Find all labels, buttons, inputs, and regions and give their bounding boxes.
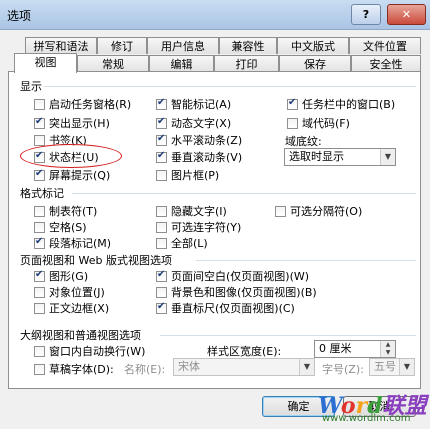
font-size-value: 五号: [374, 360, 396, 373]
divider: [160, 335, 416, 336]
divider: [196, 260, 416, 261]
close-button[interactable]: ✕: [387, 4, 426, 25]
label-screen-tips: 屏幕提示(Q): [49, 169, 111, 182]
label-white-space-between-pages: 页面间空白(仅页面视图)(W): [171, 270, 310, 283]
label-font-name: 名称(E):: [124, 363, 166, 376]
label-optional-hyphens: 可选连字符(Y): [171, 221, 242, 234]
checkbox-vertical-ruler[interactable]: [156, 301, 167, 314]
tab-security[interactable]: 安全性: [351, 55, 421, 72]
checkbox-screen-tips[interactable]: [34, 168, 45, 181]
tab-print[interactable]: 打印: [214, 55, 279, 72]
options-dialog: 选项 ? ✕ 拼写和语法 修订 用户信息 兼容性 中文版式 文件位置 视图 常规…: [0, 0, 430, 429]
checkbox-text-boundaries[interactable]: [34, 303, 45, 314]
label-picture-placeholders: 图片框(P): [171, 169, 220, 182]
spinner-arrows-icon[interactable]: ▲ ▼: [380, 341, 395, 357]
label-windows-in-taskbar: 任务栏中的窗口(B): [302, 98, 396, 111]
display-section-title: 显示: [20, 80, 42, 93]
label-vertical-ruler: 垂直标尺(仅页面视图)(C): [171, 302, 295, 315]
checkbox-object-anchors[interactable]: [34, 287, 45, 298]
style-area-width-spinner[interactable]: 0 厘米 ▲ ▼: [314, 340, 396, 358]
tab-spelling[interactable]: 拼写和语法: [25, 37, 97, 54]
checkbox-optional-hyphens[interactable]: [156, 222, 167, 233]
label-wrap-in-window: 窗口内自动换行(W): [49, 345, 146, 358]
font-name-select[interactable]: 宋体 ▼: [173, 358, 315, 376]
chevron-down-icon: ▼: [299, 359, 314, 375]
checkbox-optional-breaks[interactable]: [275, 206, 286, 217]
label-hidden-text: 隐藏文字(I): [171, 205, 227, 218]
window-title: 选项: [7, 9, 32, 23]
checkbox-tab-characters[interactable]: [34, 206, 45, 217]
checkbox-spaces[interactable]: [34, 222, 45, 233]
divider: [44, 86, 416, 87]
checkbox-highlight[interactable]: [34, 116, 45, 129]
tab-general[interactable]: 常规: [77, 55, 149, 72]
print-web-section-title: 页面视图和 Web 版式视图选项: [20, 254, 172, 267]
label-all-marks: 全部(L): [171, 237, 208, 250]
label-font-size: 字号(Z):: [322, 363, 364, 376]
label-horizontal-scrollbar: 水平滚动条(Z): [171, 134, 243, 147]
font-size-select[interactable]: 五号 ▼: [369, 358, 415, 376]
tab-save[interactable]: 保存: [279, 55, 351, 72]
checkbox-draft-font[interactable]: [34, 364, 45, 375]
help-button[interactable]: ?: [351, 4, 381, 25]
chevron-down-icon: ▼: [380, 149, 395, 165]
style-area-width-value: 0 厘米: [319, 342, 352, 355]
checkbox-bookmarks[interactable]: [34, 135, 45, 146]
label-startup-task-pane: 启动任务窗格(R): [49, 98, 132, 111]
label-field-shading: 域底纹:: [285, 135, 322, 148]
format-marks-section-title: 格式标记: [20, 187, 64, 200]
label-background-colors: 背景色和图像(仅页面视图)(B): [171, 286, 317, 299]
label-style-area-width: 样式区宽度(E):: [207, 345, 282, 358]
checkbox-paragraph-marks[interactable]: [34, 236, 45, 249]
label-tab-characters: 制表符(T): [49, 205, 98, 218]
label-highlight: 突出显示(H): [49, 117, 110, 130]
tab-compatibility[interactable]: 兼容性: [219, 37, 277, 54]
checkbox-startup-task-pane[interactable]: [34, 99, 45, 110]
label-draft-font: 草稿字体(D):: [49, 363, 114, 376]
title-bar: 选项 ? ✕: [0, 0, 430, 30]
checkbox-drawings[interactable]: [34, 269, 45, 282]
checkbox-windows-in-taskbar[interactable]: [287, 97, 298, 110]
outline-section-title: 大纲视图和普通视图选项: [20, 329, 141, 342]
label-text-boundaries: 正文边框(X): [49, 302, 110, 315]
tab-asian-typography[interactable]: 中文版式: [277, 37, 349, 54]
label-optional-breaks: 可选分隔符(O): [290, 205, 363, 218]
checkbox-horizontal-scrollbar[interactable]: [156, 133, 167, 146]
label-animated-text: 动态文字(X): [171, 117, 232, 130]
tab-track-changes[interactable]: 修订: [97, 37, 147, 54]
label-drawings: 图形(G): [49, 270, 89, 283]
divider: [72, 193, 416, 194]
checkbox-all-marks[interactable]: [156, 238, 167, 249]
status-bar-highlight-oval: [20, 144, 122, 168]
checkbox-smart-tags[interactable]: [156, 97, 167, 110]
checkbox-vertical-scrollbar[interactable]: [156, 150, 167, 163]
checkbox-background-colors[interactable]: [156, 287, 167, 298]
watermark-url: www.wordlm.com: [322, 413, 411, 424]
label-smart-tags: 智能标记(A): [171, 98, 232, 111]
tab-view[interactable]: 视图: [14, 53, 77, 73]
label-spaces: 空格(S): [49, 221, 87, 234]
label-object-anchors: 对象位置(J): [49, 286, 105, 299]
tab-edit[interactable]: 编辑: [149, 55, 214, 72]
checkbox-white-space-between-pages[interactable]: [156, 269, 167, 282]
field-shading-value: 选取时显示: [289, 150, 344, 163]
checkbox-picture-placeholders[interactable]: [156, 170, 167, 181]
checkbox-hidden-text[interactable]: [156, 206, 167, 217]
tab-user-info[interactable]: 用户信息: [147, 37, 219, 54]
tab-file-locations[interactable]: 文件位置: [349, 37, 421, 54]
chevron-down-icon: ▼: [399, 359, 414, 375]
font-name-value: 宋体: [178, 360, 200, 373]
label-paragraph-marks: 段落标记(M): [49, 237, 112, 250]
checkbox-field-codes[interactable]: [287, 118, 298, 129]
label-vertical-scrollbar: 垂直滚动条(V): [171, 151, 243, 164]
label-field-codes: 域代码(F): [302, 117, 350, 130]
checkbox-animated-text[interactable]: [156, 116, 167, 129]
checkbox-wrap-in-window[interactable]: [34, 346, 45, 357]
field-shading-select[interactable]: 选取时显示 ▼: [284, 148, 396, 166]
